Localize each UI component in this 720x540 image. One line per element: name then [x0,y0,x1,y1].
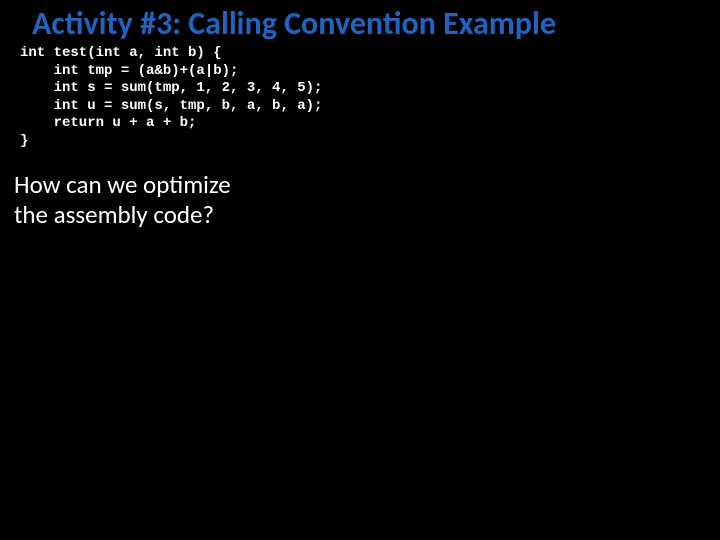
code-line-5: return u + a + b; [20,115,196,131]
question-line-2: the assembly code? [14,200,720,230]
slide-title: Activity #3: Calling Convention Example [0,0,720,43]
question-block: How can we optimize the assembly code? [0,150,720,230]
slide: Activity #3: Calling Convention Example … [0,0,720,540]
code-line-1: int test(int a, int b) { [20,45,222,61]
code-line-6: } [20,133,28,149]
code-line-2: int tmp = (a&b)+(a|b); [20,63,238,79]
code-line-4: int u = sum(s, tmp, b, a, b, a); [20,98,322,114]
code-block: int test(int a, int b) { int tmp = (a&b)… [0,43,720,150]
code-line-3: int s = sum(tmp, 1, 2, 3, 4, 5); [20,80,322,96]
question-line-1: How can we optimize [14,170,720,200]
